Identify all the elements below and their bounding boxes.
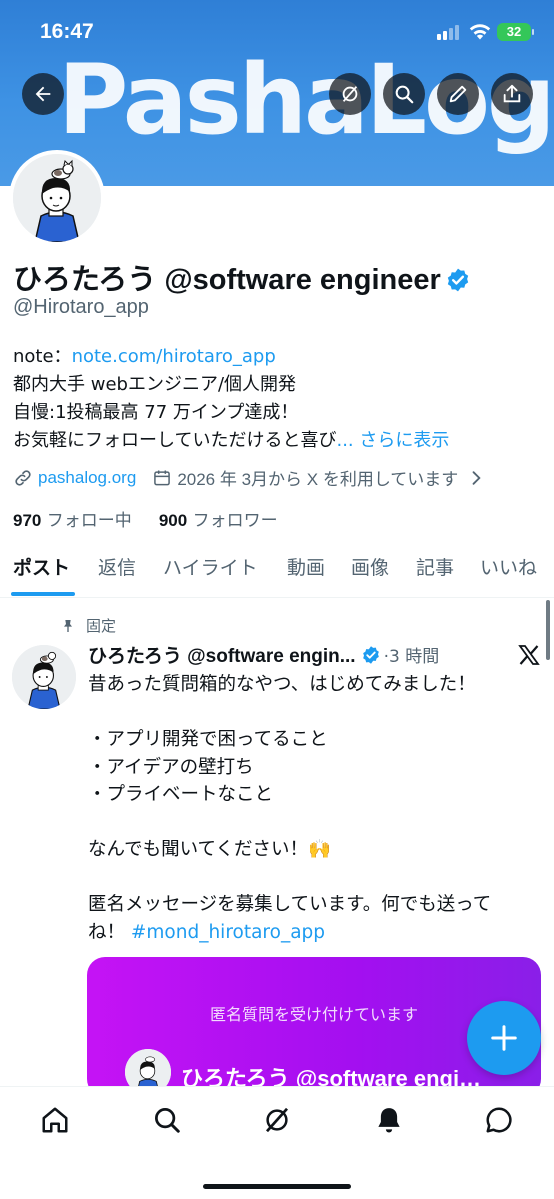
- post-line: なんでも聞いてください！🙌: [88, 839, 332, 860]
- followers-label: フォロワー: [192, 511, 278, 531]
- verified-badge-icon[interactable]: [445, 267, 471, 293]
- following-count: 970: [13, 511, 42, 530]
- wifi-icon: [469, 24, 491, 40]
- tab-highlights[interactable]: ハイライト: [163, 553, 258, 580]
- following-label: フォロー中: [46, 511, 132, 531]
- follow-stats: 970 フォロー中 900 フォロワー: [13, 506, 278, 531]
- edit-pencil-icon: [449, 85, 467, 103]
- search-icon[interactable]: [152, 1105, 182, 1135]
- display-name: ひろたろう @software engineer: [13, 256, 471, 298]
- bio-ellipsis: ...: [336, 430, 360, 451]
- home-icon[interactable]: [40, 1105, 70, 1135]
- bio-line: 都内大手 webエンジニア/個人開発: [13, 374, 297, 395]
- website-link[interactable]: pashalog.org: [38, 468, 136, 488]
- bottom-navigation: [0, 1086, 554, 1199]
- grok-icon[interactable]: [262, 1105, 292, 1135]
- plus-icon: [491, 1025, 517, 1051]
- share-icon: [503, 84, 521, 103]
- grok-icon: [342, 86, 358, 102]
- profile-meta: pashalog.org 2026 年 3月から X を利用しています: [13, 465, 491, 490]
- bio-note-link[interactable]: note.com/hirotaro_app: [72, 346, 276, 367]
- cellular-signal-icon: [437, 24, 463, 40]
- tab-photos[interactable]: 画像: [351, 553, 389, 580]
- compose-post-button[interactable]: [467, 1001, 541, 1075]
- profile-tabs: ポスト 返信 ハイライト 動画 画像 記事 いいね: [0, 540, 554, 598]
- edit-profile-button[interactable]: [437, 73, 479, 115]
- post-line: ね！: [88, 921, 131, 943]
- avatar-illustration: [13, 154, 101, 242]
- bio-line: お気軽にフォローしていただけると喜び: [13, 430, 337, 451]
- back-arrow-icon: [35, 86, 51, 102]
- bio-note-label: note：: [13, 346, 72, 367]
- followers-link[interactable]: 900 フォロワー: [159, 511, 278, 531]
- messages-icon[interactable]: [484, 1105, 514, 1135]
- link-icon: [15, 469, 31, 486]
- joined-date[interactable]: 2026 年 3月から X を利用しています: [177, 465, 458, 490]
- post-line: 匿名メッセージを募集しています。何でも送って: [88, 894, 492, 915]
- home-indicator: [203, 1184, 351, 1189]
- following-link[interactable]: 970 フォロー中: [13, 511, 132, 531]
- share-button[interactable]: [491, 73, 533, 115]
- bio-line: 自慢:1投稿最高 77 万インプ達成！: [13, 402, 299, 423]
- battery-tip: [532, 29, 534, 35]
- post-line: [88, 699, 538, 727]
- post-line: ・アプリ開発で困ってること: [88, 729, 328, 750]
- post-line: [88, 864, 538, 892]
- tab-likes[interactable]: いいね: [480, 553, 537, 580]
- calendar-icon: [154, 470, 171, 485]
- status-time: 16:47: [40, 20, 94, 43]
- pin-icon: [64, 619, 72, 632]
- post-timestamp[interactable]: ·3 時間: [384, 642, 440, 667]
- post-line: 昔あった質問箱的なやつ、はじめてみました！: [88, 674, 476, 695]
- notifications-bell-icon[interactable]: [374, 1105, 404, 1135]
- pinned-indicator: 固定: [60, 615, 116, 636]
- status-bar: 16:47 32: [0, 0, 554, 60]
- tab-videos[interactable]: 動画: [287, 553, 325, 580]
- grok-button[interactable]: [329, 73, 371, 115]
- x-logo-icon[interactable]: [517, 643, 541, 667]
- search-button[interactable]: [383, 73, 425, 115]
- profile-bio: note：note.com/hirotaro_app 都内大手 webエンジニア…: [13, 343, 533, 455]
- active-tab-indicator: [11, 592, 75, 596]
- tab-posts[interactable]: ポスト: [13, 553, 70, 580]
- post-line: ・プライベートなこと: [88, 784, 274, 805]
- search-icon: [395, 85, 414, 104]
- battery-indicator: 32: [497, 23, 531, 41]
- verified-badge-icon: [362, 645, 379, 664]
- post-text: 昔あった質問箱的なやつ、はじめてみました！ ・アプリ開発で困ってること ・アイデ…: [88, 671, 538, 946]
- chevron-right-icon[interactable]: [466, 468, 486, 488]
- post-line: [88, 809, 538, 837]
- post-author[interactable]: ひろたろう @software engin...: [88, 641, 356, 668]
- pinned-label: 固定: [86, 617, 117, 635]
- tab-replies[interactable]: 返信: [98, 553, 136, 580]
- tab-articles[interactable]: 記事: [416, 553, 454, 580]
- post-avatar[interactable]: [12, 645, 76, 709]
- followers-count: 900: [158, 511, 188, 530]
- back-button[interactable]: [22, 73, 64, 115]
- hashtag-link[interactable]: #mond_hirotaro_app: [131, 922, 325, 943]
- banner-logo: PashaLog: [58, 44, 554, 156]
- scrollbar[interactable]: [546, 600, 550, 660]
- post-line: ・アイデアの壁打ち: [88, 756, 254, 778]
- profile-avatar[interactable]: [9, 150, 105, 246]
- post-header: ひろたろう @software engin... ·3 時間: [88, 641, 439, 668]
- display-name-text: ひろたろう @software engineer: [13, 264, 441, 296]
- show-more-link[interactable]: さらに表示: [359, 430, 449, 451]
- profile-handle: @Hirotaro_app: [13, 296, 149, 318]
